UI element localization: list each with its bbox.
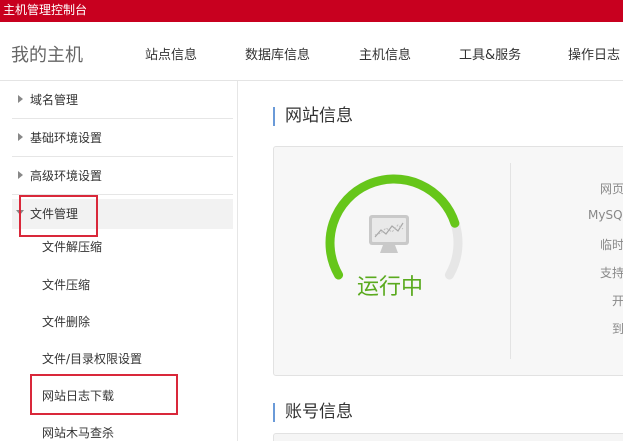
sidebar-item-log-download[interactable]: 网站日志下载 — [42, 387, 114, 404]
nav-operation-log[interactable]: 操作日志 — [568, 44, 620, 63]
sidebar-item-delete[interactable]: 文件删除 — [42, 313, 90, 330]
sidebar-group-label: 基础环境设置 — [30, 131, 103, 145]
sidebar: 域名管理 基础环境设置 高级环境设置 文件管理 文件解压缩 文件压缩 文件删除 … — [0, 81, 238, 441]
sidebar-item-unzip[interactable]: 文件解压缩 — [42, 238, 102, 255]
info-label-mysql: MySQL — [588, 208, 623, 222]
main-content: 网站信息 运行中 网页 MySQL 临时 支持 开 到 账号信息 — [239, 81, 623, 441]
account-info-panel — [273, 433, 623, 441]
caret-right-icon — [18, 171, 23, 179]
info-label-open: 开 — [612, 294, 623, 308]
sidebar-group-label: 文件管理 — [30, 207, 79, 221]
site-info-panel: 运行中 网页 MySQL 临时 支持 开 到 — [273, 146, 623, 376]
caret-down-icon — [16, 210, 24, 215]
nav-tools-services[interactable]: 工具&服务 — [459, 44, 521, 63]
nav-database-info[interactable]: 数据库信息 — [245, 44, 310, 63]
info-label-support: 支持 — [600, 266, 623, 280]
monitor-chart-icon — [369, 215, 409, 253]
sidebar-group-file-manage[interactable]: 文件管理 — [12, 199, 233, 229]
running-status-text: 运行中 — [357, 275, 424, 300]
sidebar-item-trojan-scan[interactable]: 网站木马查杀 — [42, 424, 114, 441]
main-navbar: 我的主机 站点信息 数据库信息 主机信息 工具&服务 操作日志 — [0, 22, 623, 81]
sidebar-item-zip[interactable]: 文件压缩 — [42, 276, 90, 293]
console-title: 主机管理控制台 — [3, 3, 88, 17]
nav-host-info[interactable]: 主机信息 — [359, 44, 411, 63]
caret-right-icon — [18, 95, 23, 103]
info-label-temp: 临时 — [600, 238, 623, 252]
info-label-web: 网页 — [600, 182, 623, 196]
info-label-expire: 到 — [612, 322, 623, 336]
nav-site-info[interactable]: 站点信息 — [145, 44, 197, 63]
sidebar-group-domain[interactable]: 域名管理 — [12, 81, 233, 119]
brand-title: 我的主机 — [11, 45, 83, 66]
site-info-title: 网站信息 — [273, 107, 353, 126]
sidebar-group-label: 高级环境设置 — [30, 169, 103, 183]
sidebar-group-advanced-env[interactable]: 高级环境设置 — [12, 157, 233, 195]
caret-right-icon — [18, 133, 23, 141]
sidebar-group-basic-env[interactable]: 基础环境设置 — [12, 119, 233, 157]
console-title-bar: 主机管理控制台 — [0, 0, 623, 22]
sidebar-item-permissions[interactable]: 文件/目录权限设置 — [42, 350, 142, 367]
account-info-title: 账号信息 — [273, 403, 353, 422]
sidebar-group-label: 域名管理 — [30, 93, 79, 107]
panel-divider — [510, 163, 511, 359]
